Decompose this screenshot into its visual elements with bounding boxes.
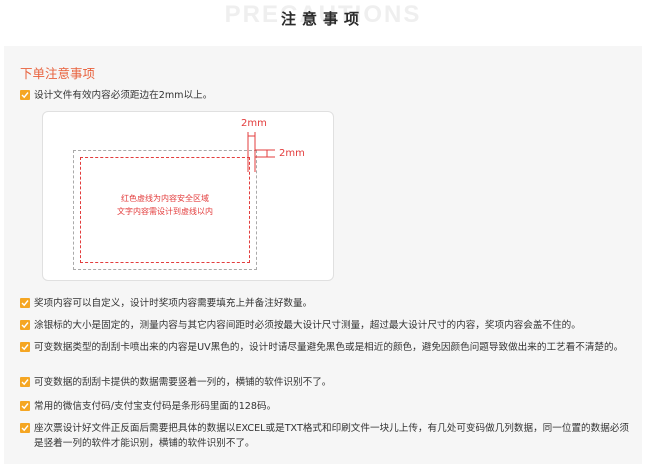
note-text: 奖项内容可以自定义，设计时奖项内容需要填充上并备注好数量。 — [34, 298, 313, 309]
safe-area-caption-line1: 红色虚线为内容安全区域 — [121, 194, 209, 203]
page-title: 注意事项 — [280, 10, 365, 28]
dim-label-right: 2mm — [279, 148, 305, 159]
note-text: 设计文件有效内容必须距边在2mm以上。 — [34, 90, 213, 101]
checkbox-icon — [20, 320, 30, 330]
checkbox-icon — [20, 401, 30, 411]
checkbox-icon — [20, 377, 30, 387]
checkbox-icon — [20, 90, 30, 100]
note-text: 可变数据类型的刮刮卡喷出来的内容是UV黑色的，设计时请尽量避免黑色或是相近的颜色… — [34, 342, 624, 353]
page-header: PRECAUTIONS 注意事项 — [0, 0, 646, 42]
note-text: 常用的微信支付码/支付宝支付码是条形码里面的128码。 — [34, 401, 277, 412]
notes-panel: 下单注意事项 设计文件有效内容必须距边在2mm以上。 2mm 2mm 红色虚线为… — [4, 46, 642, 464]
safe-area-caption: 红色虚线为内容安全区域 文字内容需设计到虚线以内 — [80, 192, 250, 218]
checkbox-icon — [20, 423, 30, 433]
note-text: 涂银标的大小是固定的，测量内容与其它内容间距时必须按最大设计尺寸测量，超过最大设… — [34, 320, 581, 331]
section-title: 下单注意事项 — [20, 66, 96, 81]
checkbox-icon — [20, 298, 30, 308]
dim-label-top: 2mm — [241, 118, 267, 129]
note-text: 可变数据的刮刮卡提供的数据需要竖着一列的，横铺的软件识别不了。 — [34, 377, 332, 388]
note-text: 座次票设计好文件正反面后需要把具体的数据以EXCEL或是TXT格式和印刷文件一块… — [34, 423, 630, 449]
margin-diagram: 2mm 2mm 红色虚线为内容安全区域 文字内容需设计到虚线以内 — [42, 111, 334, 281]
checkbox-icon — [20, 342, 30, 352]
safe-area-caption-line2: 文字内容需设计到虚线以内 — [117, 207, 213, 216]
